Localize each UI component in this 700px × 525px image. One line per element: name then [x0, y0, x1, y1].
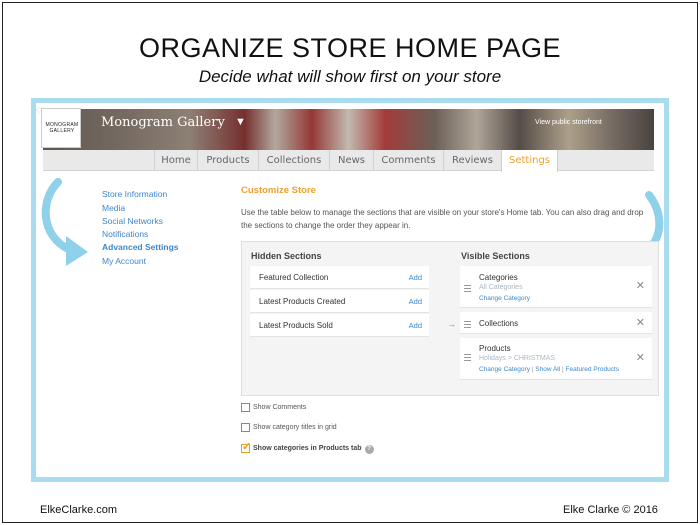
- visible-section-name: Categories: [479, 273, 518, 282]
- curved-arrow-right-icon: [41, 178, 88, 266]
- screenshot-frame: ✕ MONOGRAM GALLERY Monogram Gallery ▼ Vi…: [31, 98, 669, 482]
- close-icon[interactable]: ✕: [36, 104, 41, 117]
- remove-icon[interactable]: ✕: [636, 316, 645, 329]
- remove-icon[interactable]: ✕: [636, 279, 645, 292]
- hidden-section-name: Latest Products Sold: [259, 321, 333, 330]
- visible-section-name: Collections: [479, 319, 519, 328]
- customize-store-title: Customize Store: [241, 185, 316, 196]
- visible-section-links: Change Category | Show All | Featured Pr…: [479, 366, 619, 373]
- logo-text: MONOGRAM GALLERY: [45, 122, 79, 134]
- hidden-section-name: Featured Collection: [259, 273, 329, 282]
- checkmark-icon: ✓: [242, 441, 252, 453]
- customize-store-description: Use the table below to manage the sectio…: [241, 208, 644, 230]
- visible-section-row[interactable]: Products Holidays > CHRISTMAS Change Cat…: [460, 338, 652, 380]
- tab-news[interactable]: News: [329, 150, 373, 171]
- move-arrow-icon: →: [447, 319, 456, 329]
- tab-settings[interactable]: Settings: [501, 150, 558, 172]
- show-category-titles-label: Show category titles in grid: [253, 424, 337, 431]
- drag-handle-icon[interactable]: [464, 321, 471, 330]
- hidden-section-name: Latest Products Created: [259, 297, 346, 306]
- view-storefront-link[interactable]: View public storefront: [535, 119, 602, 126]
- sidebar-item-store-information[interactable]: Store Information: [102, 189, 167, 199]
- show-categories-label: Show categories in Products tab?: [253, 445, 374, 454]
- visible-section-row[interactable]: Categories All Categories Change Categor…: [460, 266, 652, 308]
- tab-reviews[interactable]: Reviews: [443, 150, 501, 171]
- drag-handle-icon[interactable]: [464, 285, 471, 294]
- show-all-link[interactable]: Show All: [535, 366, 560, 373]
- footer-copyright: Elke Clarke © 2016: [563, 504, 658, 516]
- sidebar-item-my-account[interactable]: My Account: [102, 256, 146, 266]
- visible-section-row[interactable]: Collections ✕: [460, 312, 652, 334]
- add-section-button[interactable]: Add: [409, 297, 422, 306]
- visible-sections-header: Visible Sections: [461, 251, 530, 261]
- tab-collections[interactable]: Collections: [258, 150, 329, 171]
- show-categories-checkbox[interactable]: ✓: [241, 441, 251, 453]
- visible-section-links: Change Category: [479, 295, 530, 302]
- sidebar-item-notifications[interactable]: Notifications: [102, 229, 148, 239]
- store-name[interactable]: Monogram Gallery: [101, 115, 225, 130]
- featured-products-link[interactable]: Featured Products: [566, 366, 619, 373]
- visible-section-subtitle: Holidays > CHRISTMAS: [479, 355, 556, 362]
- page-subheadline: Decide what will show first on your stor…: [198, 67, 502, 86]
- tab-products[interactable]: Products: [197, 150, 258, 171]
- remove-icon[interactable]: ✕: [636, 351, 645, 364]
- show-comments-checkbox[interactable]: [241, 403, 250, 412]
- tab-comments[interactable]: Comments: [373, 150, 443, 171]
- change-category-link[interactable]: Change Category: [479, 366, 530, 373]
- page-headline: ORGANIZE STORE HOME PAGE: [138, 33, 562, 63]
- change-category-link[interactable]: Change Category: [479, 295, 530, 302]
- store-logo[interactable]: ✕ MONOGRAM GALLERY: [36, 105, 81, 148]
- add-section-button[interactable]: Add: [409, 321, 422, 330]
- sidebar-item-advanced-settings[interactable]: Advanced Settings: [102, 242, 179, 252]
- add-section-button[interactable]: Add: [409, 273, 422, 282]
- hidden-section-row[interactable]: Featured Collection Add: [250, 266, 429, 289]
- hidden-section-row[interactable]: Latest Products Sold Add: [250, 314, 429, 337]
- visible-section-name: Products: [479, 344, 511, 353]
- drag-handle-icon[interactable]: [464, 354, 471, 363]
- tab-bar: Home Products Collections News Comments …: [43, 150, 654, 172]
- show-comments-label: Show Comments: [253, 404, 307, 411]
- visible-section-subtitle: All Categories: [479, 284, 523, 291]
- hidden-sections-header: Hidden Sections: [251, 251, 322, 261]
- sidebar-item-media[interactable]: Media: [102, 203, 125, 213]
- hidden-section-row[interactable]: Latest Products Created Add: [250, 290, 429, 313]
- sidebar-item-social-networks[interactable]: Social Networks: [102, 216, 163, 226]
- help-icon[interactable]: ?: [364, 445, 374, 454]
- chevron-down-icon[interactable]: ▼: [235, 116, 246, 128]
- footer-website: ElkeClarke.com: [40, 504, 118, 516]
- tab-home[interactable]: Home: [154, 150, 197, 171]
- sections-panel: Hidden Sections Visible Sections Feature…: [241, 241, 659, 396]
- show-category-titles-checkbox[interactable]: [241, 423, 250, 432]
